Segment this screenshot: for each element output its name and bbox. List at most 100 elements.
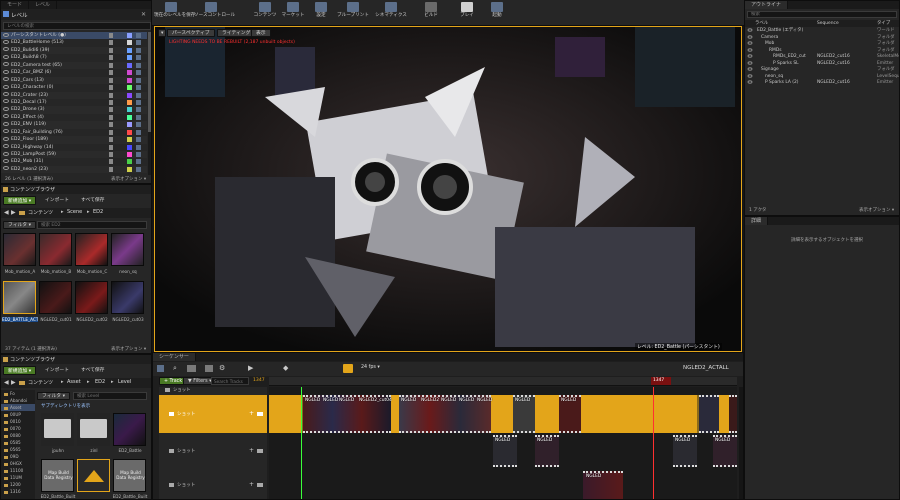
save-icon[interactable] [136, 152, 141, 157]
level-row[interactable]: ED2_Decal (17) [1, 99, 147, 106]
level-color-swatch[interactable] [127, 99, 132, 105]
levels-scrollbar[interactable] [148, 32, 151, 175]
folder-tree-item[interactable]: 0010 [1, 418, 35, 425]
eye-icon[interactable] [3, 129, 9, 134]
current-frame[interactable]: 1347 [253, 378, 265, 383]
level-color-swatch[interactable] [127, 166, 132, 172]
show-button[interactable]: 表示 [251, 29, 271, 37]
level-color-swatch[interactable] [127, 92, 132, 98]
timeline-clip[interactable] [391, 395, 399, 433]
magnet-icon[interactable] [343, 364, 353, 373]
level-row[interactable]: ED2_Build\8 (7) [1, 54, 147, 61]
toolbar-button-0[interactable]: 現在のレベルを保存 [154, 2, 195, 24]
track-row-selected[interactable]: ショット + [159, 395, 267, 433]
asset-thumbnail[interactable] [111, 233, 144, 266]
level-row[interactable]: ED2_Camera test (65) [1, 61, 147, 70]
timeline-clip[interactable] [535, 395, 559, 433]
lock-icon[interactable] [109, 107, 113, 113]
level-row[interactable]: パーシスタントレベル (●) [1, 32, 147, 40]
cb2-save-all-button[interactable]: すべて保存 [77, 366, 108, 375]
eye-icon[interactable] [3, 54, 9, 59]
eye-icon[interactable] [3, 144, 9, 149]
save-icon[interactable] [136, 159, 141, 165]
save-icon[interactable] [136, 40, 141, 46]
eye-icon[interactable] [3, 62, 9, 67]
forward-arrow-icon[interactable]: ▶ [11, 379, 16, 386]
eye-icon[interactable] [747, 28, 753, 32]
save-icon[interactable] [136, 85, 141, 91]
level-row[interactable]: ED2_Fair_Building (76) [1, 129, 147, 136]
eye-icon[interactable] [747, 73, 753, 78]
sequence-name[interactable]: NGLED2_ACTALL [683, 365, 729, 371]
lock-icon[interactable] [109, 77, 113, 83]
level-row[interactable]: ED2_ENV (119) [1, 121, 147, 129]
level-row[interactable]: ED2_Floor (189) [1, 136, 147, 144]
back-arrow-icon[interactable]: ◀ [4, 379, 9, 386]
outliner-search-input[interactable] [747, 11, 897, 18]
folder-tree-item[interactable]: 11100 [1, 467, 35, 474]
eye-icon[interactable] [3, 77, 9, 82]
eye-icon[interactable] [747, 80, 753, 84]
eye-icon[interactable] [747, 54, 753, 58]
save-icon[interactable] [136, 33, 141, 38]
folder-tree-item[interactable]: 1200 [1, 481, 35, 488]
save-icon[interactable] [136, 92, 141, 98]
lock-icon[interactable] [109, 62, 113, 68]
level-row[interactable]: ED2_Cars (13) [1, 76, 147, 85]
asset-thumbnail[interactable] [75, 281, 108, 314]
eye-icon[interactable] [747, 41, 753, 45]
film-icon[interactable] [257, 412, 263, 416]
save-icon[interactable] [136, 47, 141, 53]
fps-dropdown[interactable]: 24 fps ▾ [361, 365, 380, 370]
level-color-swatch[interactable] [127, 55, 132, 61]
folder-tree-item[interactable]: 11UM [1, 474, 35, 481]
film-icon[interactable] [257, 483, 263, 487]
lighting-button[interactable]: ライティング [217, 29, 256, 37]
eye-icon[interactable] [3, 84, 9, 89]
timeline-clip[interactable] [581, 395, 697, 433]
level-color-swatch[interactable] [127, 114, 132, 120]
lock-icon[interactable] [109, 92, 113, 98]
eye-icon[interactable] [3, 114, 9, 119]
asset-thumbnail-selected[interactable] [77, 459, 110, 492]
cb1-path-0[interactable]: コンテンツ [28, 209, 53, 216]
timeline-clip[interactable] [269, 395, 302, 433]
eye-icon[interactable] [3, 69, 9, 74]
eye-icon[interactable] [3, 92, 9, 96]
timeline-clip[interactable] [491, 395, 513, 433]
lock-icon[interactable] [109, 99, 113, 105]
eye-icon[interactable] [3, 166, 9, 171]
level-color-swatch[interactable] [127, 144, 132, 150]
tab-levels[interactable]: レベル [29, 1, 58, 9]
track-search-input[interactable] [211, 377, 249, 385]
folder-tree-item[interactable]: Abandoi [1, 397, 35, 404]
level-color-swatch[interactable] [127, 77, 132, 83]
folder-tree-item[interactable]: Asset [1, 404, 35, 411]
lock-icon[interactable] [109, 159, 113, 165]
asset-thumbnail[interactable] [111, 281, 144, 314]
asset-thumbnail[interactable] [3, 233, 36, 266]
levels-search-input[interactable] [3, 22, 151, 30]
toolbar-button-5[interactable]: ブループリント [336, 2, 370, 24]
col-type[interactable]: タイプ [877, 20, 890, 27]
save-icon[interactable] [136, 70, 141, 76]
eye-icon[interactable] [3, 39, 9, 44]
cb1-save-all-button[interactable]: すべて保存 [77, 196, 108, 205]
cb2-path-1[interactable]: Asset [67, 379, 81, 385]
levels-title[interactable]: レベル [11, 11, 28, 19]
level-color-swatch[interactable] [127, 159, 132, 165]
lock-icon[interactable] [109, 137, 113, 143]
cb1-path-1[interactable]: Scene [67, 209, 82, 215]
cb2-search-input[interactable] [73, 392, 147, 400]
folder-tree-item[interactable]: 0585 [1, 439, 35, 446]
cb1-import-button[interactable]: インポート [41, 196, 73, 205]
eye-icon[interactable] [3, 99, 9, 104]
cb2-path-3[interactable]: Level [118, 379, 131, 385]
lock-icon[interactable] [109, 33, 113, 38]
lock-icon[interactable] [109, 70, 113, 76]
lock-icon[interactable] [109, 152, 113, 157]
map-build-data-thumbnail[interactable]: Map Build Data Registry [113, 459, 146, 492]
viewport[interactable]: ▾ パースペクティブ ライティング 表示 LIGHTING NEEDS TO B… [154, 26, 742, 352]
outliner-row[interactable]: P Sparks LA (2) NGLED2_cut16 Emitter [745, 80, 899, 87]
viewport-menu-button[interactable]: ▾ [158, 29, 167, 37]
